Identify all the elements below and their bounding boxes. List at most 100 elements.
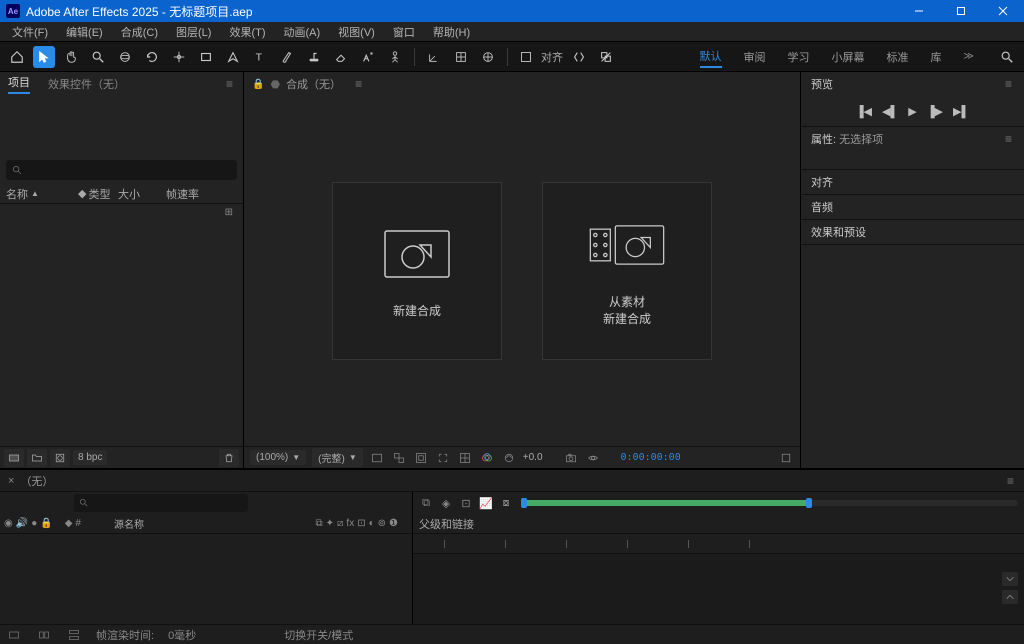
delete-icon[interactable] [219, 449, 239, 467]
play-icon[interactable]: ▶ [908, 105, 916, 118]
minimize-button[interactable] [898, 0, 940, 22]
audio-col-icon[interactable]: 🔊 [16, 518, 28, 529]
time-ruler[interactable] [413, 534, 1024, 554]
fx-icon[interactable]: ✦ [326, 518, 334, 529]
home-button[interactable] [6, 46, 28, 68]
workspace-default[interactable]: 默认 [700, 46, 722, 68]
project-search-input[interactable] [6, 160, 237, 180]
timeline-tab[interactable]: （无） [20, 473, 53, 489]
maximize-button[interactable] [940, 0, 982, 22]
rect-tool[interactable] [195, 46, 217, 68]
solo-col-icon[interactable]: ● [31, 518, 37, 529]
lock-icon[interactable]: 🔒 [252, 79, 264, 90]
type-tool[interactable]: T [249, 46, 271, 68]
adj-icon[interactable]: ◐ [369, 518, 375, 529]
close-button[interactable] [982, 0, 1024, 22]
fast-preview-icon[interactable] [369, 450, 385, 466]
comp-panel-menu-icon[interactable]: ≡ [355, 77, 364, 91]
hand-tool[interactable] [60, 46, 82, 68]
props-menu-icon[interactable]: ≡ [1005, 132, 1014, 146]
anchor-tool[interactable] [168, 46, 190, 68]
color-mgmt-icon[interactable] [479, 450, 495, 466]
rotate-tool[interactable] [141, 46, 163, 68]
workspace-learn[interactable]: 学习 [788, 47, 810, 67]
brush-tool[interactable] [276, 46, 298, 68]
project-panel-menu-icon[interactable]: ≡ [226, 77, 235, 91]
menu-effect[interactable]: 效果(T) [221, 22, 273, 42]
motion-blur-icon[interactable]: ⊡ [357, 518, 365, 529]
tab-project[interactable]: 项目 [8, 74, 30, 94]
new-comp-card[interactable]: 新建合成 [332, 182, 502, 360]
orbit-tool[interactable] [114, 46, 136, 68]
pen-tool[interactable] [222, 46, 244, 68]
flowchart-icon[interactable]: ⊞ [225, 207, 233, 218]
exposure-value[interactable]: +0.0 [523, 452, 543, 463]
snap-options-icon[interactable] [568, 46, 590, 68]
roto-tool[interactable] [357, 46, 379, 68]
timeline-close-icon[interactable]: × [8, 475, 14, 487]
resolution-dropdown[interactable]: (完整)▼ [312, 448, 363, 467]
snap-bot-icon[interactable] [1002, 590, 1018, 604]
col-fps[interactable]: 帧速率 [166, 186, 216, 202]
comp-shy-icon[interactable]: ⧉ [419, 497, 433, 510]
col-type[interactable]: ◆ 类型 [78, 186, 118, 202]
show-snapshot-icon[interactable] [585, 450, 601, 466]
workspace-standard[interactable]: 标准 [887, 47, 909, 67]
snapshot-icon[interactable] [563, 450, 579, 466]
draft3d-icon[interactable]: ⧇ [499, 497, 513, 510]
workspace-review[interactable]: 审阅 [744, 47, 766, 67]
puppet-tool[interactable] [384, 46, 406, 68]
local-axis-icon[interactable] [423, 46, 445, 68]
next-frame-icon[interactable]: ▐▶ [927, 105, 943, 118]
workspace-more-icon[interactable]: ≫ [964, 49, 974, 64]
mask-icon[interactable] [413, 450, 429, 466]
last-frame-icon[interactable]: ▶▌ [953, 105, 969, 118]
exposure-reset-icon[interactable] [501, 450, 517, 466]
workspace-small[interactable]: 小屏幕 [832, 47, 865, 67]
interpret-footage-icon[interactable] [4, 449, 24, 467]
zoom-dropdown[interactable]: (100%)▼ [250, 450, 306, 465]
menu-animation[interactable]: 动画(A) [276, 22, 329, 42]
frame-blend-icon[interactable]: ⧄ [337, 518, 343, 529]
timeline-menu-icon[interactable]: ≡ [1007, 474, 1016, 488]
effects-panel-title[interactable]: 效果和预设 [811, 224, 866, 240]
transparency-grid-icon[interactable] [391, 450, 407, 466]
menu-view[interactable]: 视图(V) [330, 22, 383, 42]
selection-tool[interactable] [33, 46, 55, 68]
new-comp-from-footage-card[interactable]: 从素材新建合成 [542, 182, 712, 360]
grid-icon[interactable] [457, 450, 473, 466]
render-settings-icon[interactable] [778, 450, 794, 466]
audio-panel-title[interactable]: 音频 [811, 199, 833, 215]
eye-col-icon[interactable]: ◉ [4, 518, 13, 529]
comp-tab[interactable]: 合成（无） [286, 76, 341, 92]
preview-panel-title[interactable]: 预览 [811, 76, 833, 92]
label-col-icon[interactable]: ◆ [65, 518, 73, 529]
fill-stroke-icon[interactable] [595, 46, 617, 68]
num-col-icon[interactable]: # [75, 518, 81, 529]
view-axis-icon[interactable] [477, 46, 499, 68]
clone-tool[interactable] [303, 46, 325, 68]
comp-mb-icon[interactable]: ⊡ [459, 497, 473, 510]
parent-col[interactable]: 父级和链接 [419, 516, 474, 532]
menu-help[interactable]: 帮助(H) [425, 22, 478, 42]
roi-icon[interactable] [435, 450, 451, 466]
timeline-search-input[interactable] [74, 494, 248, 512]
eraser-tool[interactable] [330, 46, 352, 68]
comp-fb-icon[interactable]: ◈ [439, 497, 453, 510]
toggle-modes-icon[interactable] [36, 628, 52, 642]
workspace-library[interactable]: 库 [931, 47, 942, 67]
tab-effect-controls[interactable]: 效果控件（无） [48, 76, 125, 92]
shy-icon[interactable]: ⧉ [316, 518, 323, 529]
new-folder-icon[interactable] [27, 449, 47, 467]
3d-icon[interactable]: ⊚ [378, 518, 386, 529]
snap-top-icon[interactable] [1002, 572, 1018, 586]
menu-edit[interactable]: 编辑(E) [58, 22, 111, 42]
menu-layer[interactable]: 图层(L) [168, 22, 219, 42]
first-frame-icon[interactable]: ▐◀ [856, 105, 872, 118]
prev-frame-icon[interactable]: ◀▌ [882, 105, 898, 118]
bpc-button[interactable]: 8 bpc [73, 450, 107, 465]
menu-file[interactable]: 文件(F) [4, 22, 56, 42]
col-size[interactable]: 大小 [118, 186, 166, 202]
world-axis-icon[interactable] [450, 46, 472, 68]
timecode[interactable]: 0:00:00:00 [621, 452, 681, 463]
